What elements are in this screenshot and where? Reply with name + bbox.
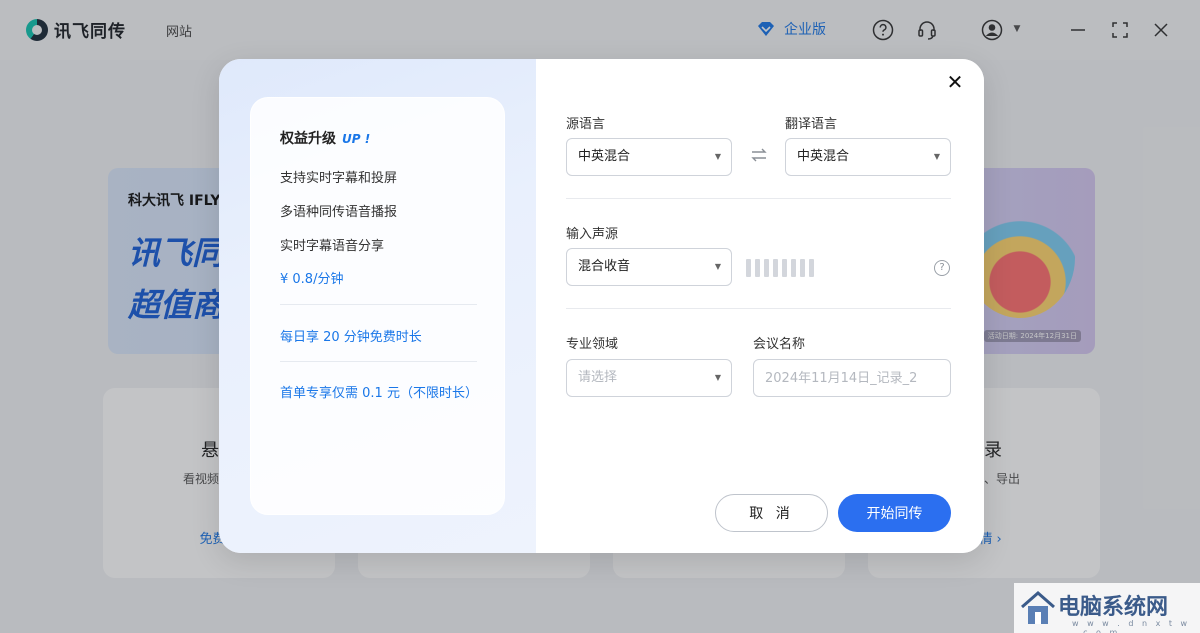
promo-title-text: 权益升级 <box>280 131 336 147</box>
dropdown-arrow-icon: ▼ <box>714 262 721 271</box>
target-language-value: 中英混合 <box>797 149 850 164</box>
question-help-icon[interactable]: ? <box>934 260 950 276</box>
feature-item: 支持实时字幕和投屏 <box>280 171 398 186</box>
input-source-select[interactable]: 混合收音 ▼ <box>566 248 732 286</box>
dropdown-arrow-icon: ▼ <box>714 152 721 161</box>
site-watermark: 电脑系统网 w w w . d n x t w . c o m <box>1014 583 1200 633</box>
dropdown-arrow-icon: ▼ <box>714 373 721 382</box>
watermark-url: w w w . d n x t w . c o m <box>1072 619 1191 633</box>
promo-title: 权益升级 UP ! <box>280 128 370 148</box>
source-language-select[interactable]: 中英混合 ▼ <box>566 138 732 176</box>
feature-item: 多语种同传语音播报 <box>280 205 398 220</box>
swap-languages-icon[interactable] <box>750 148 768 162</box>
divider <box>280 304 477 305</box>
up-tag: UP ! <box>342 132 371 146</box>
audio-level-meter <box>746 259 814 277</box>
first-order-offer-link[interactable]: 首单专享仅需 0.1 元（不限时长） <box>280 382 478 401</box>
input-source-value: 混合收音 <box>578 259 631 274</box>
divider <box>280 361 477 362</box>
dialog-promo-panel: 权益升级 UP ! 支持实时字幕和投屏 多语种同传语音播报 实时字幕语音分享 ¥ … <box>219 59 536 553</box>
dialog-form-panel: ✕ 源语言 中英混合 ▼ 翻译语言 中英混合 ▼ 输入声源 混合收音 ▼ ? 专… <box>536 59 984 553</box>
dropdown-arrow-icon: ▼ <box>933 152 940 161</box>
price-text: ¥ 0.8/分钟 <box>280 272 344 287</box>
source-language-value: 中英混合 <box>578 149 631 164</box>
upgrade-benefits-card: 权益升级 UP ! 支持实时字幕和投屏 多语种同传语音播报 实时字幕语音分享 ¥ … <box>250 97 505 515</box>
meeting-name-label: 会议名称 <box>753 337 806 352</box>
meeting-name-input[interactable] <box>753 359 951 397</box>
divider <box>566 198 951 199</box>
input-source-label: 输入声源 <box>566 227 619 242</box>
domain-placeholder: 请选择 <box>578 370 618 385</box>
watermark-text: 电脑系统网 <box>1058 594 1169 620</box>
target-language-select[interactable]: 中英混合 ▼ <box>785 138 951 176</box>
daily-free-offer-link[interactable]: 每日享 20 分钟免费时长 <box>280 326 422 345</box>
feature-item: 实时字幕语音分享 <box>280 239 385 254</box>
domain-label: 专业领域 <box>566 337 619 352</box>
divider <box>566 308 951 309</box>
start-interpretation-dialog: 权益升级 UP ! 支持实时字幕和投屏 多语种同传语音播报 实时字幕语音分享 ¥ … <box>219 59 984 553</box>
close-dialog-icon[interactable]: ✕ <box>945 72 965 92</box>
cancel-button[interactable]: 取 消 <box>715 494 828 532</box>
source-language-label: 源语言 <box>566 117 606 132</box>
house-logo-icon <box>1021 591 1055 624</box>
domain-select[interactable]: 请选择 ▼ <box>566 359 732 397</box>
target-language-label: 翻译语言 <box>785 117 838 132</box>
start-interpretation-button[interactable]: 开始同传 <box>838 494 951 532</box>
